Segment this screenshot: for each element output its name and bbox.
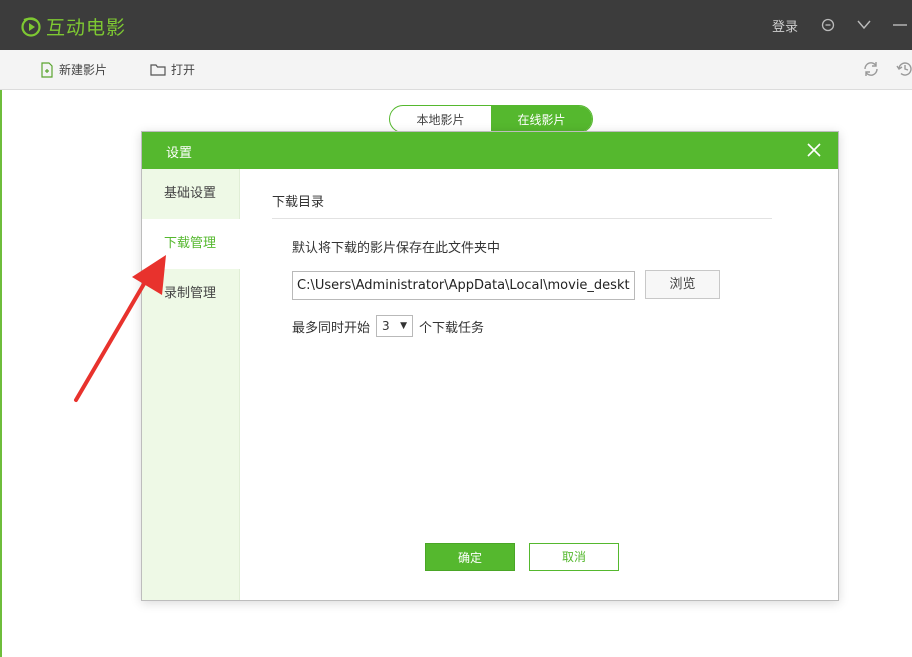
toolbar: 新建影片 打开 [0, 50, 912, 90]
open-button[interactable]: 打开 [150, 61, 195, 78]
max-downloads-prefix: 最多同时开始 [292, 320, 371, 336]
settings-content: 下载目录 默认将下载的影片保存在此文件夹中 浏览 最多同时开始 3 ▼ 个下载任… [240, 169, 838, 600]
download-description: 默认将下载的影片保存在此文件夹中 [292, 241, 501, 256]
window-left-border [0, 90, 2, 657]
download-path-input[interactable] [292, 271, 635, 300]
max-downloads-value: 3 [382, 319, 390, 333]
app-title: 互动电影 [46, 17, 127, 39]
app-logo: 互动电影 [20, 13, 126, 40]
ok-button[interactable]: 确定 [425, 543, 515, 571]
dialog-title: 设置 [166, 146, 193, 161]
dropdown-icon[interactable] [854, 15, 874, 35]
cancel-button[interactable]: 取消 [529, 543, 619, 571]
new-file-icon [41, 61, 53, 78]
new-movie-label: 新建影片 [59, 63, 108, 77]
history-icon[interactable] [896, 60, 912, 82]
section-divider [272, 218, 772, 219]
new-movie-button[interactable]: 新建影片 [40, 61, 107, 78]
mode-tabs: 本地影片 在线影片 [389, 105, 593, 133]
max-downloads-row: 最多同时开始 3 ▼ 个下载任务 [292, 315, 484, 337]
tab-online-movies[interactable]: 在线影片 [491, 106, 592, 132]
refresh-icon[interactable] [862, 60, 880, 82]
feedback-icon[interactable] [818, 15, 838, 35]
max-downloads-select[interactable]: 3 ▼ [376, 315, 414, 337]
max-downloads-suffix: 个下载任务 [419, 320, 485, 336]
browse-button[interactable]: 浏览 [645, 270, 720, 299]
folder-icon [150, 63, 166, 76]
open-label: 打开 [171, 63, 196, 77]
annotation-arrow [74, 255, 166, 402]
logo-icon [21, 16, 41, 37]
dialog-header: 设置 [142, 132, 838, 169]
select-caret-icon: ▼ [400, 321, 408, 331]
close-icon[interactable] [806, 142, 822, 158]
section-title: 下载目录 [272, 195, 325, 210]
tab-local-movies[interactable]: 本地影片 [390, 106, 491, 132]
settings-dialog: 设置 基础设置 下载管理 录制管理 下载目录 默认将下载的影片保存在此文件夹中 … [141, 131, 839, 601]
sidebar-item-basic[interactable]: 基础设置 [142, 169, 240, 219]
minimize-icon[interactable] [890, 15, 910, 35]
login-link[interactable]: 登录 [772, 16, 798, 35]
title-bar: 互动电影 登录 [0, 0, 912, 50]
